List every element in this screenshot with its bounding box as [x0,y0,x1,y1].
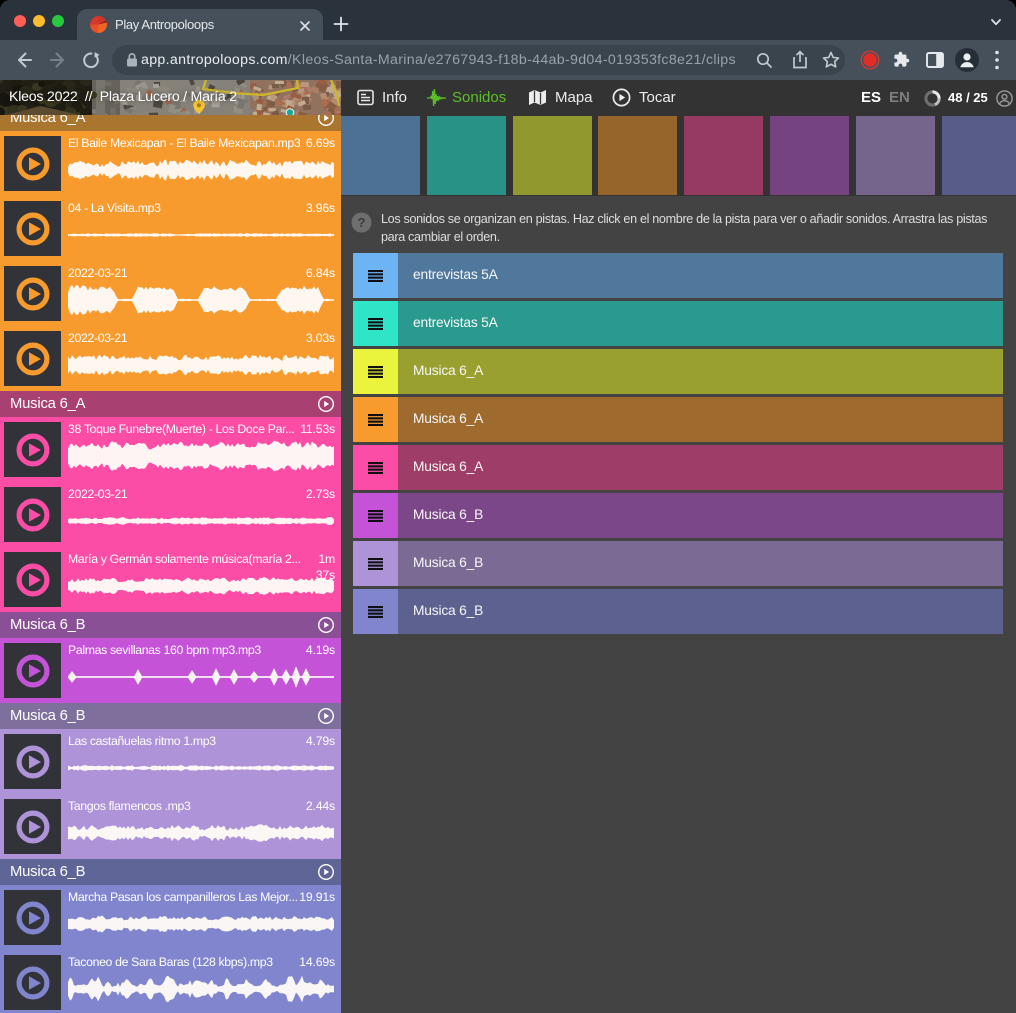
svg-text:?: ? [358,215,366,230]
